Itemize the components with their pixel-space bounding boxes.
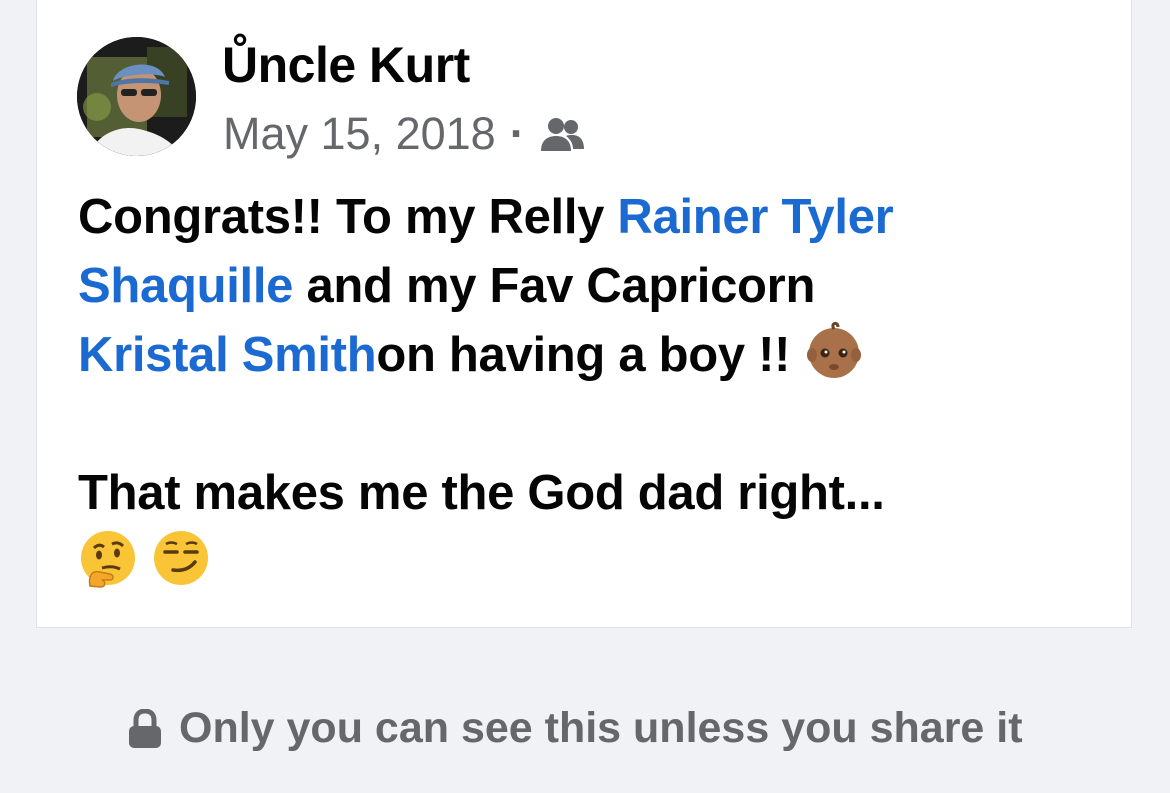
post-meta: May 15, 2018 ·: [223, 108, 585, 160]
page: Ůncle Kurt May 15, 2018 · Congrats!! To …: [0, 0, 1170, 793]
text-congrats: Congrats!! To my Relly: [78, 190, 618, 244]
post-paragraph: Congrats!! To my Relly Rainer Tyler Shaq…: [78, 183, 1108, 390]
privacy-text: Only you can see this unless you share i…: [179, 704, 1023, 752]
text-god-dad: That makes me the God dad right...: [78, 466, 885, 520]
avatar[interactable]: [77, 37, 196, 156]
baby-emoji: [804, 321, 864, 381]
post-paragraph: That makes me the God dad right...: [78, 459, 1108, 597]
post-date[interactable]: May 15, 2018: [223, 108, 496, 160]
privacy-notice: Only you can see this unless you share i…: [128, 704, 1023, 753]
lock-icon: [128, 707, 162, 749]
text-boy: on having a boy !!: [376, 328, 804, 382]
meta-separator: ·: [509, 108, 525, 159]
post-text: Congrats!! To my Relly Rainer Tyler Shaq…: [78, 183, 1108, 597]
smirking-face-emoji: [151, 528, 211, 588]
thinking-face-emoji: [78, 528, 138, 588]
friends-icon[interactable]: [539, 114, 585, 154]
mention-link[interactable]: Kristal Smith: [78, 328, 377, 382]
author-name[interactable]: Ůncle Kurt: [222, 36, 470, 94]
post-card: Ůncle Kurt May 15, 2018 · Congrats!! To …: [36, 0, 1132, 628]
text-fav: and my Fav Capricorn: [293, 259, 816, 313]
